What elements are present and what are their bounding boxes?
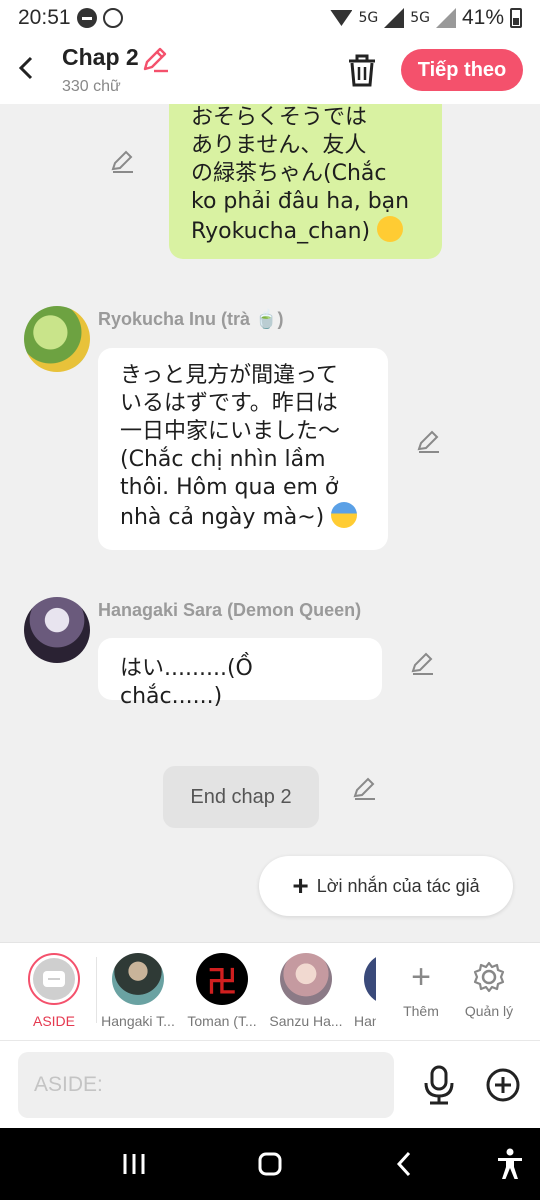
character-hangaki[interactable]: Hangaki T...: [98, 953, 178, 1029]
battery-percent: 41%: [461, 6, 504, 29]
avatar-hanagaki[interactable]: [24, 597, 90, 663]
battery-icon: [510, 8, 522, 28]
chapter-title[interactable]: Chap 2: [62, 44, 139, 71]
signal-empty-icon: [435, 8, 456, 28]
character-avatar: [112, 953, 164, 1005]
plus-icon: +: [411, 958, 431, 996]
signal-icon: [384, 8, 405, 28]
character-label: ASIDE: [32, 1013, 75, 1029]
clock: 20:51: [18, 6, 71, 29]
author-name: Hanagaki Sara (Demon Queen): [98, 600, 362, 620]
next-chapter-button[interactable]: Tiếp theo: [401, 49, 523, 91]
message-bubble[interactable]: きっと見方が間違って いるはずです。昨日は 一日中家にいました〜 (Chắc c…: [98, 348, 388, 550]
plus-icon: +: [292, 870, 309, 901]
input-bar: [0, 1040, 540, 1128]
message-bubble[interactable]: はい.........(Ồ chắc......): [98, 638, 382, 709]
face-emoji-icon: [377, 216, 404, 242]
manage-button[interactable]: Quản lý: [454, 957, 524, 1019]
character-toman[interactable]: 卍 Toman (T...: [182, 953, 262, 1029]
edit-message-pencil-icon[interactable]: [110, 148, 136, 174]
aside-icon: [28, 953, 80, 1005]
message-line: (Chắc chị nhìn lầm: [120, 447, 326, 472]
character-avatar: 卍: [196, 953, 248, 1005]
add-label: Thêm: [403, 1003, 439, 1019]
back-icon: [396, 1151, 411, 1177]
avatar-ryokucha[interactable]: [24, 306, 90, 372]
character-partial[interactable]: Han: [346, 953, 376, 1029]
character-aside[interactable]: ASIDE: [14, 953, 94, 1029]
system-nav-bar: [0, 1128, 540, 1200]
alarm-icon: [102, 8, 123, 28]
edit-message-pencil-icon[interactable]: [416, 428, 442, 454]
microphone-icon[interactable]: [420, 1065, 458, 1105]
back-button[interactable]: [10, 50, 42, 86]
chevron-left-icon: [18, 56, 33, 80]
message-line: の緑茶ちゃん(Chắc: [191, 161, 387, 186]
network-type-1: 5G: [358, 10, 379, 26]
gear-icon: [454, 957, 524, 997]
home-button[interactable]: [250, 1146, 290, 1182]
edit-message-pencil-icon[interactable]: [410, 650, 436, 676]
message-line: いるはずです。昨日は: [120, 391, 338, 416]
message-line: 一日中家にいました〜: [120, 419, 341, 444]
trash-icon[interactable]: [344, 52, 380, 88]
edit-title-pencil-icon[interactable]: [140, 44, 170, 74]
character-bar: ASIDE Hangaki T... 卍 Toman (T... Sanzu H…: [0, 942, 540, 1040]
message-input[interactable]: [18, 1052, 394, 1118]
author-note-button[interactable]: + Lời nhắn của tác giả: [259, 856, 513, 916]
message-line: ありません、友人: [191, 133, 367, 158]
author-name: Ryokucha Inu (trà 🍵): [98, 309, 284, 329]
home-icon: [258, 1152, 282, 1176]
character-label: Hangaki T...: [101, 1013, 175, 1029]
chat-area[interactable]: おそらくそうでは ありません、友人 の緑茶ちゃん(Chắc ko phải đâ…: [0, 104, 540, 942]
recent-apps-button[interactable]: [114, 1146, 154, 1182]
anxious-face-emoji-icon: [331, 502, 358, 528]
wifi-icon: [330, 10, 353, 26]
accessibility-button[interactable]: [490, 1146, 530, 1182]
message-line: nhà cả ngày mà~): [120, 502, 366, 532]
dnd-icon: [76, 8, 97, 28]
message-line: おそらくそうでは: [191, 105, 368, 130]
edit-message-pencil-icon[interactable]: [352, 775, 378, 801]
character-label: Sanzu Ha...: [269, 1013, 343, 1029]
recent-apps-icon: [123, 1154, 145, 1174]
status-bar: 20:51 5G 5G 41%: [0, 0, 540, 36]
accessibility-icon: [498, 1148, 522, 1179]
character-avatar: [280, 953, 332, 1005]
add-circle-icon[interactable]: [485, 1067, 521, 1103]
character-label: Han: [354, 1013, 376, 1029]
end-chapter-marker[interactable]: End chap 2: [163, 766, 319, 828]
character-avatar: [364, 953, 376, 1005]
add-character-button[interactable]: + Thêm: [386, 957, 456, 1019]
character-sanzu[interactable]: Sanzu Ha...: [266, 953, 346, 1029]
message-line: Ryokucha_chan): [191, 216, 420, 246]
app-header: Chap 2 330 chữ Tiếp theo: [0, 36, 540, 104]
message-line: ko phải đâu ha, bạn: [191, 189, 410, 214]
divider: [96, 957, 97, 1023]
message-line: きっと見方が間違って: [120, 363, 339, 388]
author-note-label: Lời nhắn của tác giả: [316, 875, 480, 896]
word-count: 330 chữ: [62, 78, 121, 95]
back-nav-button[interactable]: [384, 1146, 424, 1182]
message-line: thôi. Hôm qua em ở: [120, 475, 339, 500]
network-type-2: 5G: [410, 10, 430, 26]
self-message-bubble[interactable]: おそらくそうでは ありません、友人 の緑茶ちゃん(Chắc ko phải đâ…: [169, 104, 442, 259]
manage-label: Quản lý: [464, 1003, 514, 1019]
character-label: Toman (T...: [187, 1013, 257, 1029]
